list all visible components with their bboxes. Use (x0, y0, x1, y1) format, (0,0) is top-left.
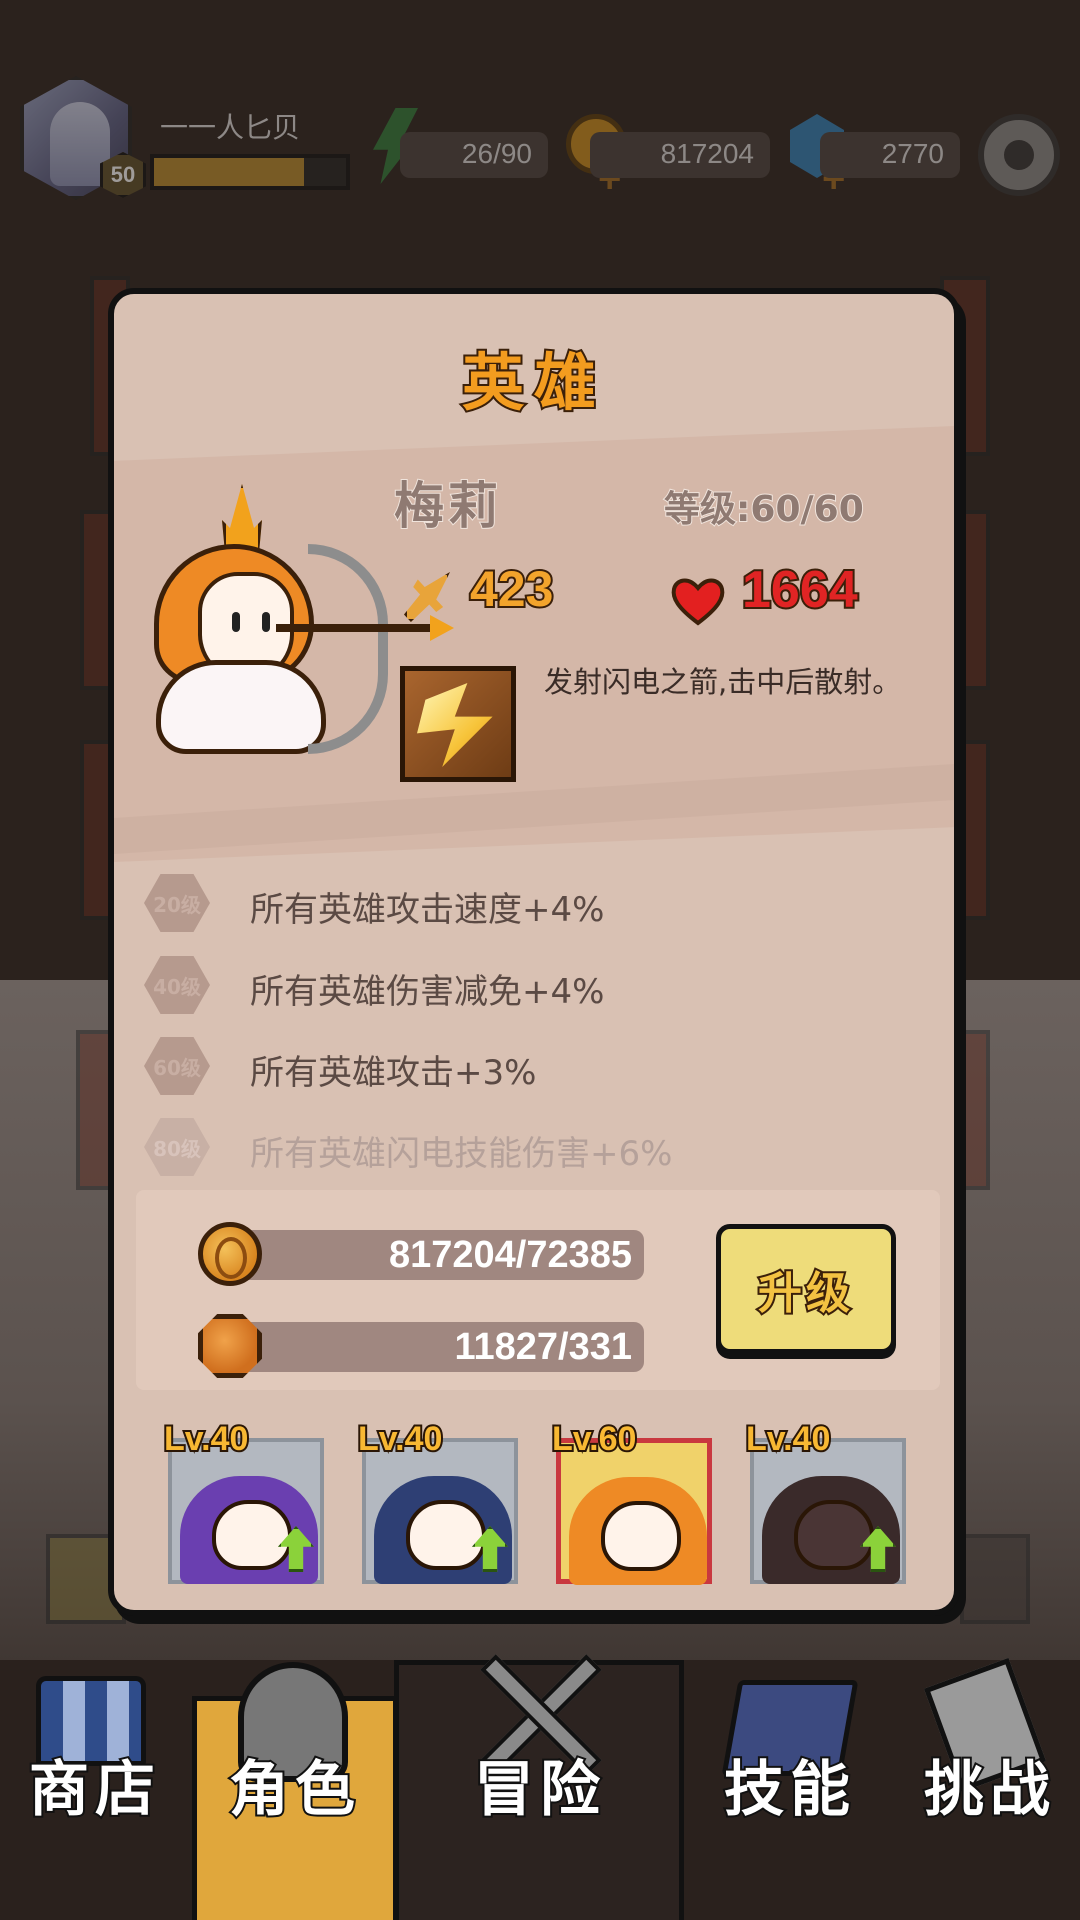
gold-cost-value: 817204/72385 (388, 1234, 632, 1276)
team-card (556, 1438, 712, 1585)
settings-gear-icon[interactable] (978, 114, 1060, 196)
modal-title: 英雄 (460, 344, 606, 421)
skill-description: 发射闪电之箭,击中后散射。 (544, 665, 902, 699)
gold-coin-icon (198, 1222, 262, 1286)
unlock-text: 所有英雄闪电技能伤害+6% (250, 1134, 673, 1174)
lightning-skill-icon[interactable] (400, 666, 516, 782)
hero-modal: 英雄 梅莉 等级:60/60 423 1664 发射闪电之箭,击中后散射。 20… (108, 288, 960, 1616)
nav-shop-label: 商店 (27, 1753, 161, 1827)
team-slot-level: Lv.60 (550, 1418, 638, 1460)
bottom-navigation: 商店 角色 冒险 技能 挑战 (0, 1640, 1080, 1920)
attack-value: 423 (468, 559, 555, 619)
unlock-level-badge: 80级 (144, 1118, 210, 1176)
team-slot[interactable]: Lv.40 (356, 1418, 518, 1584)
unlock-text: 所有英雄攻击+3% (250, 1053, 537, 1093)
team-slot-selected[interactable]: Lv.60 (550, 1418, 712, 1585)
nav-challenge-label: 挑战 (922, 1753, 1056, 1827)
shard-cost-value: 11827/331 (454, 1326, 632, 1368)
nav-skills-label: 技能 (722, 1753, 856, 1827)
nav-adventure[interactable]: 冒险 (400, 1640, 680, 1920)
top-status-bar: 50 一一人匕贝 26/90 + 817204 + 2770 (0, 70, 1080, 200)
hero-level: 等级:60/60 (663, 488, 865, 531)
hero-portrait (128, 484, 436, 754)
hero-eye (232, 612, 240, 632)
team-card (362, 1438, 518, 1584)
team-slot[interactable]: Lv.40 (162, 1418, 324, 1584)
unlock-level-badge: 40级 (144, 956, 210, 1014)
gem-value: 2770 (881, 138, 944, 169)
gold-value: 817204 (660, 138, 754, 169)
team-slot-level: Lv.40 (744, 1418, 832, 1460)
unlock-level-badge: 60级 (144, 1037, 210, 1095)
unlock-row: 20级 所有英雄攻击速度+4% (144, 874, 924, 934)
xp-bar-fill (154, 158, 304, 186)
heart-icon (671, 578, 725, 626)
team-slot-level: Lv.40 (162, 1418, 250, 1460)
unlock-row-locked: 80级 所有英雄闪电技能伤害+6% (144, 1118, 924, 1178)
bow-icon (308, 544, 388, 754)
nav-challenge[interactable]: 挑战 (900, 1640, 1080, 1920)
team-card (168, 1438, 324, 1584)
team-card (750, 1438, 906, 1584)
gold-counter: 817204 (590, 132, 770, 178)
unlock-row: 60级 所有英雄攻击+3% (144, 1037, 924, 1097)
hp-value: 1664 (740, 559, 860, 621)
gold-cost-bar: 817204/72385 (224, 1230, 644, 1280)
team-slot[interactable]: Lv.40 (744, 1418, 906, 1584)
team-hero-face (406, 1500, 486, 1570)
gem-counter: 2770 (820, 132, 960, 178)
unlock-text: 所有英雄攻击速度+4% (250, 890, 605, 930)
nav-adventure-label: 冒险 (472, 1753, 606, 1827)
energy-value: 26/90 (461, 138, 532, 169)
arrow-icon (276, 624, 436, 632)
player-name: 一一人匕贝 (160, 111, 301, 144)
team-hero-face (212, 1500, 292, 1570)
team-hero-face (601, 1501, 681, 1571)
upgrade-cost-panel: 817204/72385 11827/331 升级 (136, 1190, 940, 1390)
hero-dress (156, 660, 326, 754)
unlock-row: 40级 所有英雄伤害减免+4% (144, 956, 924, 1016)
unlock-level-badge: 20级 (144, 874, 210, 932)
hero-eye (262, 612, 270, 632)
hero-name: 梅莉 (393, 476, 502, 536)
team-slot-level: Lv.40 (356, 1418, 444, 1460)
nav-role-label: 角色 (227, 1753, 361, 1827)
energy-counter: 26/90 (400, 132, 548, 178)
shard-cost-bar: 11827/331 (224, 1322, 644, 1372)
xp-bar (150, 154, 350, 190)
nav-role[interactable]: 角色 (192, 1640, 398, 1920)
nav-skills[interactable]: 技能 (690, 1640, 890, 1920)
team-hero-face (794, 1500, 874, 1570)
nav-shop[interactable]: 商店 (0, 1640, 190, 1920)
unlock-text: 所有英雄伤害减免+4% (250, 972, 605, 1012)
upgrade-button[interactable]: 升级 (716, 1224, 896, 1354)
background-button (960, 1534, 1030, 1624)
